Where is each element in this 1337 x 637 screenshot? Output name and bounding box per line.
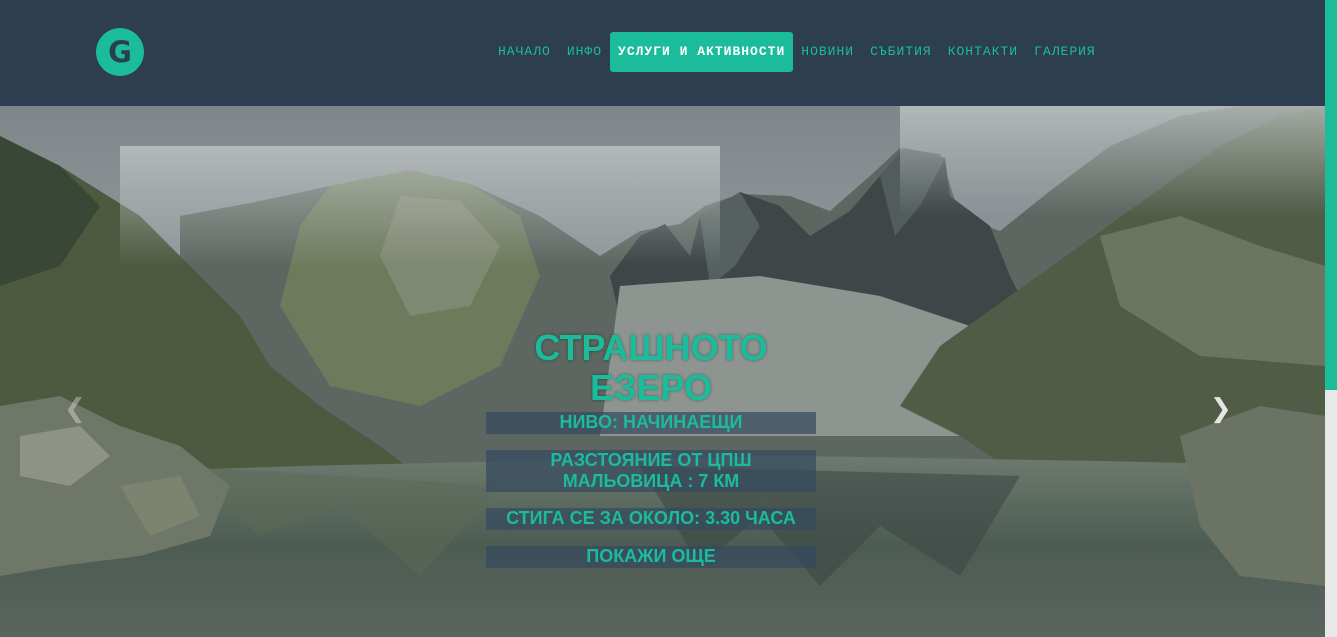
slide-title-line2: ЕЗЕРО: [589, 367, 713, 408]
nav-item-events[interactable]: СЪБИТИЯ: [862, 32, 940, 72]
nav-item-gallery[interactable]: ГАЛЕРИЯ: [1026, 32, 1104, 72]
nav-item-contacts[interactable]: КОНТАКТИ: [940, 32, 1026, 72]
show-more-button[interactable]: ПОКАЖИ ОЩЕ: [486, 546, 816, 568]
logo[interactable]: G: [96, 28, 144, 76]
slide-distance-line2: МАЛЬОВИЦА : 7 КМ: [562, 471, 740, 491]
site-header: G НАЧАЛО ИНФО УСЛУГИ И АКТИВНОСТИ НОВИНИ…: [0, 0, 1337, 106]
hero-carousel: ❮ ❯ СТРАШНОТО ЕЗЕРО НИВО: НАЧИНАЕЩИ РАЗС…: [0, 106, 1325, 637]
slide-time: СТИГА СЕ ЗА ОКОЛО: 3.30 ЧАСА: [486, 508, 816, 530]
scrollbar[interactable]: [1325, 0, 1337, 637]
scrollbar-thumb[interactable]: [1325, 0, 1337, 390]
slide-distance: РАЗСТОЯНИЕ ОТ ЦПШ МАЛЬОВИЦА : 7 КМ: [486, 450, 816, 492]
nav-item-info[interactable]: ИНФО: [559, 32, 610, 72]
nav-item-services[interactable]: УСЛУГИ И АКТИВНОСТИ: [610, 32, 794, 72]
slide-title: СТРАШНОТО ЕЗЕРО: [521, 328, 781, 408]
chevron-right-icon[interactable]: ❯: [1210, 394, 1232, 424]
nav-item-home[interactable]: НАЧАЛО: [490, 32, 559, 72]
nav-item-news[interactable]: НОВИНИ: [793, 32, 862, 72]
slide-level: НИВО: НАЧИНАЕЩИ: [486, 412, 816, 434]
slide-title-line1: СТРАШНОТО: [534, 327, 768, 368]
slide-distance-line1: РАЗСТОЯНИЕ ОТ ЦПШ: [550, 450, 752, 470]
chevron-left-icon[interactable]: ❮: [64, 394, 86, 424]
slide-caption: СТРАШНОТО ЕЗЕРО НИВО: НАЧИНАЕЩИ РАЗСТОЯН…: [486, 328, 816, 568]
main-nav: НАЧАЛО ИНФО УСЛУГИ И АКТИВНОСТИ НОВИНИ С…: [490, 32, 1104, 72]
